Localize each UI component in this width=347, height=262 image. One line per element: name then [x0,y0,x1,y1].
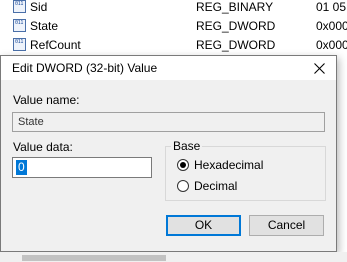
radio-decimal-label: Decimal [194,179,238,193]
radio-button-checked[interactable] [177,159,189,171]
registry-row-sid[interactable]: 011 110 Sid REG_BINARY 01 05 0 [0,0,347,16]
registry-row-type: REG_DWORD [196,38,276,52]
value-data-label: Value data: [13,140,73,154]
radio-hexadecimal-label: Hexadecimal [194,158,264,172]
background-pane-edge [337,55,347,252]
registry-row-name: State [30,19,59,33]
registry-row-data: 0x0000 [316,38,347,52]
radio-decimal[interactable]: Decimal [177,178,237,194]
registry-row-type: REG_DWORD [196,19,276,33]
base-groupbox: Base Hexadecimal Decimal [165,139,326,201]
radio-hexadecimal[interactable]: Hexadecimal [177,157,263,173]
horizontal-scrollbar[interactable] [0,252,347,262]
value-name-label: Value name: [13,93,80,107]
edit-dword-dialog: Edit DWORD (32-bit) Value Value name: St… [0,55,337,252]
binary-value-icon: 011 110 [13,0,26,13]
registry-row-name: Sid [30,0,48,14]
cancel-button[interactable]: Cancel [249,215,324,236]
close-button[interactable] [302,56,336,80]
radio-button[interactable] [177,180,189,192]
scrollbar-thumb[interactable] [22,255,166,261]
binary-value-icon: 011 110 [13,19,26,32]
registry-row-refcount[interactable]: 011 110 RefCount REG_DWORD 0x0000 [0,36,347,54]
base-label: Base [171,139,203,153]
close-icon [313,62,325,74]
registry-row-name: RefCount [30,38,81,52]
dialog-title: Edit DWORD (32-bit) Value [12,61,158,75]
value-data-selection: 0 [16,160,27,175]
ok-button[interactable]: OK [166,215,241,236]
registry-row-state[interactable]: 011 110 State REG_DWORD 0x0000 [0,17,347,35]
registry-value-list: 011 110 Sid REG_BINARY 01 05 0 011 110 S… [0,0,347,56]
registry-row-type: REG_BINARY [196,0,274,14]
binary-value-icon: 011 110 [13,38,26,51]
registry-row-data: 0x0000 [316,19,347,33]
dialog-titlebar[interactable]: Edit DWORD (32-bit) Value [1,56,336,80]
value-data-input[interactable]: 0 [12,157,152,178]
value-name-field: State [12,112,325,132]
registry-row-data: 01 05 0 [316,0,347,14]
